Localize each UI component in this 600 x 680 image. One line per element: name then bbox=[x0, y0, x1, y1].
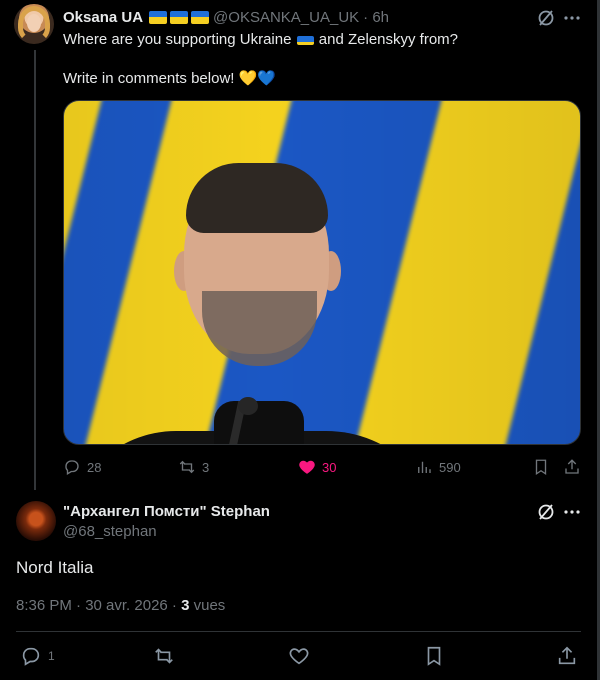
post-header: Oksana UA @OKSANKA_UA_UK · 6h bbox=[63, 7, 389, 27]
reply-count: 1 bbox=[48, 649, 55, 663]
repost-button[interactable]: 3 bbox=[178, 458, 209, 476]
bookmark-icon bbox=[535, 459, 547, 476]
repost-button[interactable] bbox=[153, 645, 175, 667]
views-button[interactable]: 590 bbox=[415, 458, 461, 476]
heart-icon bbox=[299, 460, 315, 474]
heart-icon bbox=[289, 648, 309, 665]
flag-badges bbox=[147, 10, 210, 24]
reply-timestamp[interactable]: 8:36 PM · 30 avr. 2026 · bbox=[16, 597, 181, 614]
share-button[interactable] bbox=[556, 645, 578, 667]
blue-heart-emoji: 💙 bbox=[257, 70, 276, 87]
share-button[interactable] bbox=[563, 458, 581, 476]
divider bbox=[16, 631, 581, 632]
bookmark-icon bbox=[427, 646, 441, 666]
reply-author-avatar[interactable] bbox=[16, 501, 56, 541]
more-horizontal-icon[interactable] bbox=[562, 8, 582, 28]
more-horizontal-icon[interactable] bbox=[562, 502, 582, 522]
reply-button[interactable]: 28 bbox=[63, 458, 101, 476]
like-count: 30 bbox=[322, 459, 337, 475]
ukraine-flag-icon bbox=[191, 10, 210, 24]
reply-bubble-icon bbox=[65, 460, 79, 475]
views-count: 590 bbox=[439, 459, 461, 475]
reply-count: 28 bbox=[87, 459, 102, 475]
yellow-heart-emoji: 💛 bbox=[238, 70, 258, 87]
reply-views-label: vues bbox=[189, 597, 226, 614]
views-bars-icon bbox=[418, 461, 431, 473]
ukraine-flag-icon bbox=[170, 10, 189, 24]
repost-icon bbox=[179, 460, 195, 474]
reply-meta: 8:36 PM · 30 avr. 2026 · 3 vues bbox=[16, 597, 225, 614]
post-text: Where are you supporting Ukraine and Zel… bbox=[63, 31, 459, 87]
bookmark-button[interactable] bbox=[532, 458, 550, 476]
reply-author-handle[interactable]: @68_stephan bbox=[63, 523, 157, 540]
ukraine-flag-icon bbox=[149, 10, 168, 24]
repost-count: 3 bbox=[202, 459, 210, 475]
repost-icon bbox=[155, 648, 173, 664]
reply-author-name[interactable]: "Архангел Помсти" Stephan bbox=[63, 503, 270, 520]
like-button[interactable]: 30 bbox=[298, 458, 336, 476]
grok-icon[interactable] bbox=[536, 8, 556, 28]
reply-bubble-icon bbox=[22, 647, 40, 666]
share-icon bbox=[565, 459, 579, 474]
share-icon bbox=[558, 646, 576, 665]
author-avatar[interactable] bbox=[14, 4, 54, 44]
author-handle[interactable]: @OKSANKA_UA_UK bbox=[213, 9, 359, 26]
grok-icon[interactable] bbox=[536, 502, 556, 522]
reply-button[interactable]: 1 bbox=[20, 645, 55, 667]
author-name[interactable]: Oksana UA bbox=[63, 9, 143, 26]
bookmark-button[interactable] bbox=[423, 645, 445, 667]
thread-line bbox=[34, 50, 36, 490]
like-button[interactable] bbox=[288, 645, 310, 667]
post-time[interactable]: · 6h bbox=[363, 9, 389, 26]
post-image[interactable] bbox=[63, 100, 581, 445]
ukraine-flag-emoji bbox=[296, 32, 314, 45]
reply-text: Nord Italia bbox=[16, 558, 94, 577]
